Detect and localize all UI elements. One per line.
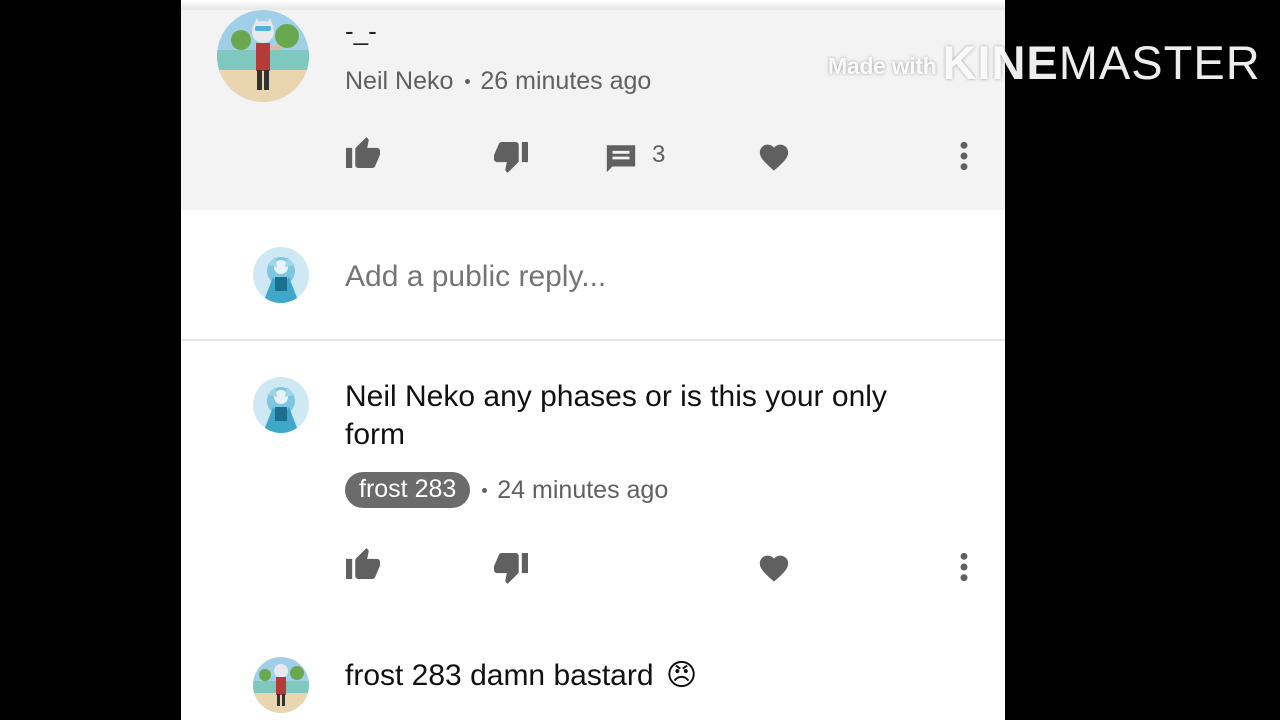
parent-comment-author[interactable]: Neil Neko [345, 67, 453, 96]
thumb-up-icon[interactable] [344, 545, 382, 579]
current-user-avatar [253, 247, 309, 303]
reply-1-author-chip[interactable]: frost 283 [345, 472, 471, 508]
parent-comment-time: 26 minutes ago [480, 67, 652, 95]
separator-dot [482, 487, 488, 493]
neil-neko-avatar[interactable] [253, 657, 309, 713]
heart-icon[interactable] [757, 551, 791, 583]
watermark-brand-strong: KINE [942, 36, 1059, 89]
heart-icon[interactable] [757, 140, 791, 172]
reply-2-message: frost 283 damn bastard [345, 659, 654, 692]
neil-neko-avatar[interactable] [217, 10, 309, 102]
separator-dot [465, 79, 471, 84]
kinemaster-watermark: Made with KINEMASTER [828, 30, 1261, 90]
parent-comment-meta: Neil Neko 26 minutes ago [345, 67, 651, 96]
more-vert-icon[interactable] [956, 551, 972, 583]
frost-283-avatar[interactable] [253, 377, 309, 433]
more-vert-icon[interactable] [956, 140, 972, 172]
watermark-made-with: Made with [828, 53, 937, 79]
reply-input[interactable] [345, 255, 905, 299]
reply-1-time: 24 minutes ago [497, 475, 669, 504]
comments-screen: -_- Neil Neko 26 minutes ago 3 Add a pub… [181, 0, 1005, 720]
thumb-down-icon[interactable] [492, 142, 530, 176]
reply-icon[interactable] [604, 141, 638, 175]
reply-1-text-line-1: Neil Neko any phases or is this your onl… [345, 380, 887, 413]
watermark-brand: KINEMASTER [942, 35, 1260, 90]
reply-1-text-line-2: form [345, 418, 405, 451]
parent-comment-text: -_- [345, 16, 377, 46]
reply-count: 3 [652, 141, 666, 168]
top-edge [181, 0, 1005, 10]
section-divider [181, 339, 1005, 341]
thumb-down-icon[interactable] [492, 553, 530, 587]
angry-emoji-icon: 😠 [665, 659, 698, 692]
watermark-brand-light: MASTER [1058, 36, 1261, 89]
thumb-up-icon[interactable] [344, 134, 382, 168]
reply-2-text: frost 283 damn bastard 😠 [345, 658, 697, 693]
reply-1-meta: frost 283 24 minutes ago [345, 472, 668, 508]
